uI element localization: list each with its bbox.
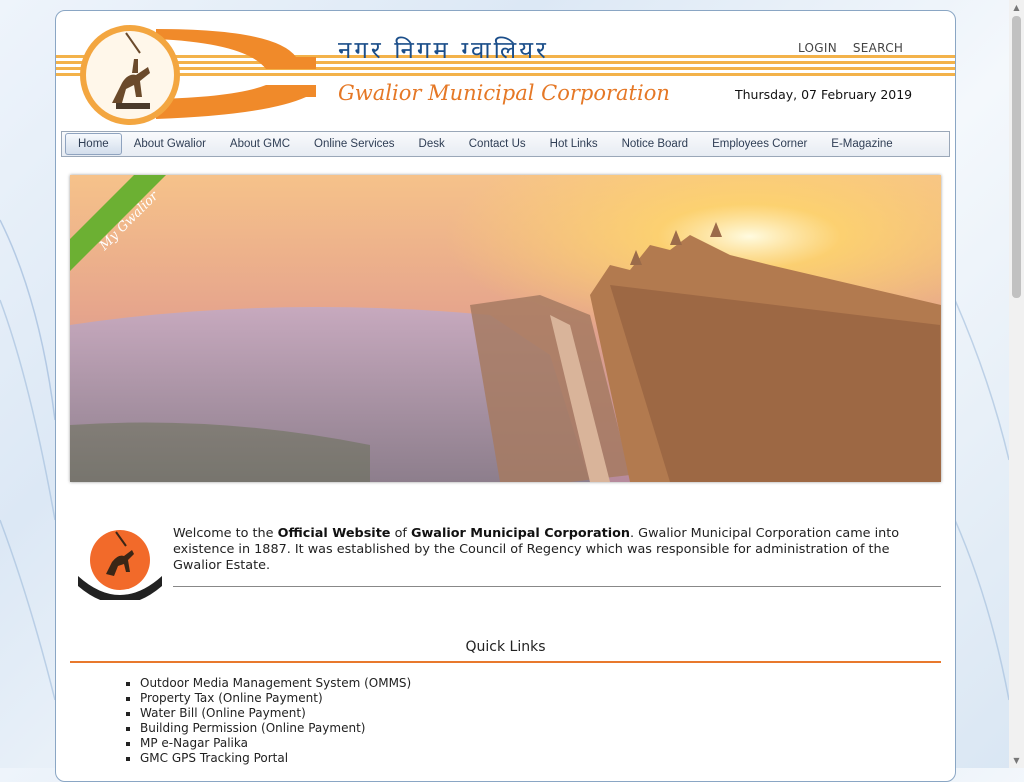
nav-online-services[interactable]: Online Services bbox=[302, 134, 407, 154]
main-page: नगर निगम ग्वालियर Gwalior Municipal Corp… bbox=[55, 10, 956, 782]
nav-about-gwalior[interactable]: About Gwalior bbox=[122, 134, 218, 154]
quick-link-water-bill[interactable]: Water Bill (Online Payment) bbox=[140, 706, 411, 721]
top-links: LOGIN SEARCH bbox=[798, 41, 915, 55]
divider bbox=[173, 586, 941, 587]
gmc-logo[interactable] bbox=[78, 23, 182, 127]
quick-link-building-permission[interactable]: Building Permission (Online Payment) bbox=[140, 721, 411, 736]
nav-employees-corner[interactable]: Employees Corner bbox=[700, 134, 819, 154]
quick-link-gps-tracking[interactable]: GMC GPS Tracking Portal bbox=[140, 751, 411, 766]
quick-link-property-tax[interactable]: Property Tax (Online Payment) bbox=[140, 691, 411, 706]
my-gwalior-ribbon: My Gwalior bbox=[70, 175, 166, 271]
nav-about-gmc[interactable]: About GMC bbox=[218, 134, 302, 154]
nav-contact-us[interactable]: Contact Us bbox=[457, 134, 538, 154]
scroll-up-icon[interactable]: ▲ bbox=[1009, 0, 1024, 15]
site-header: नगर निगम ग्वालियर Gwalior Municipal Corp… bbox=[56, 11, 955, 129]
nav-home[interactable]: Home bbox=[65, 133, 122, 155]
quick-links-title: Quick Links bbox=[465, 639, 546, 655]
quick-link-mp-e-nagar-palika[interactable]: MP e-Nagar Palika bbox=[140, 736, 411, 751]
scroll-thumb[interactable] bbox=[1012, 16, 1021, 298]
english-title: Gwalior Municipal Corporation bbox=[338, 81, 670, 105]
nav-e-magazine[interactable]: E-Magazine bbox=[819, 134, 904, 154]
nav-desk[interactable]: Desk bbox=[407, 134, 457, 154]
quick-links-divider bbox=[70, 661, 941, 663]
quick-links-list: Outdoor Media Management System (OMMS) P… bbox=[124, 676, 411, 766]
nav-hot-links[interactable]: Hot Links bbox=[538, 134, 610, 154]
welcome-text: Welcome to the Official Website of Gwali… bbox=[173, 526, 900, 573]
current-date: Thursday, 07 February 2019 bbox=[735, 87, 913, 102]
hindi-title: नगर निगम ग्वालियर bbox=[338, 36, 549, 64]
quick-link-omms[interactable]: Outdoor Media Management System (OMMS) bbox=[140, 676, 411, 691]
vertical-scrollbar[interactable]: ▲ ▼ bbox=[1009, 0, 1024, 768]
nav-notice-board[interactable]: Notice Board bbox=[610, 134, 700, 154]
banner-image: My Gwalior bbox=[70, 175, 941, 482]
scroll-down-icon[interactable]: ▼ bbox=[1009, 753, 1024, 768]
main-nav: Home About Gwalior About GMC Online Serv… bbox=[61, 131, 950, 157]
welcome-logo bbox=[72, 524, 168, 604]
search-link[interactable]: SEARCH bbox=[853, 41, 903, 55]
login-link[interactable]: LOGIN bbox=[798, 41, 837, 55]
